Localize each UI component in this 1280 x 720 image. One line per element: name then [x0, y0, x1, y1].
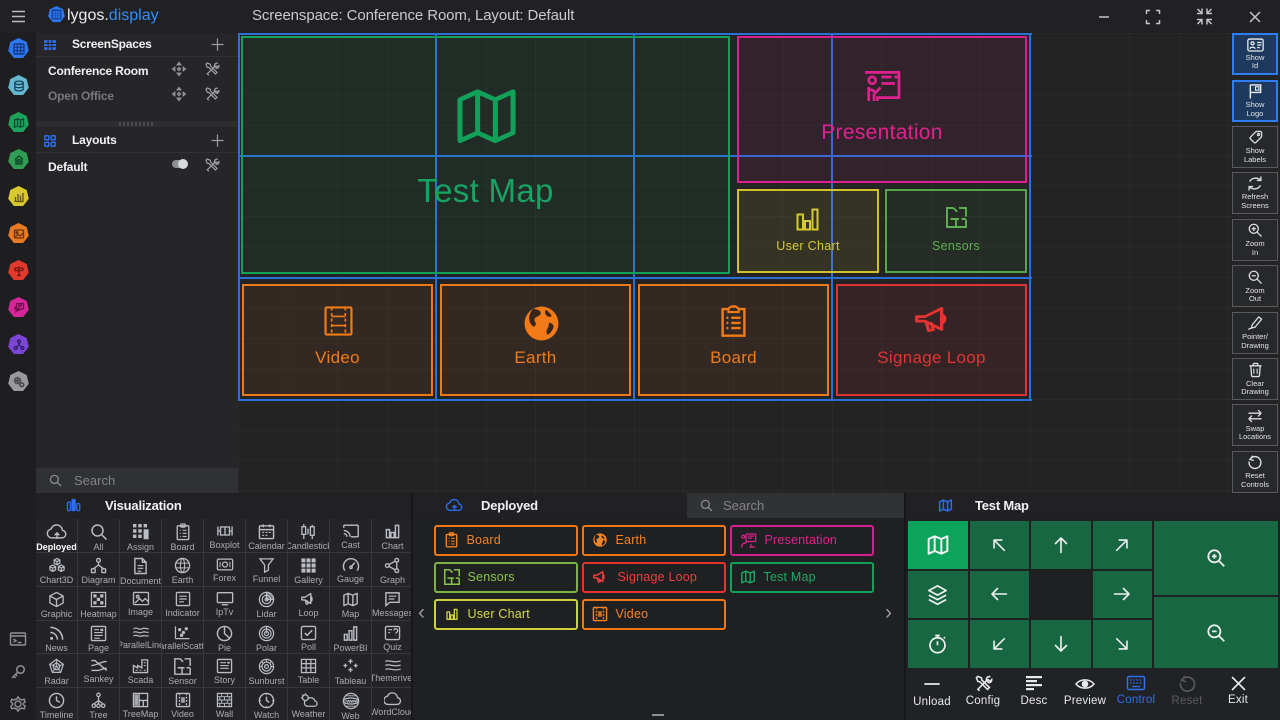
svg-text:www: www — [346, 699, 358, 705]
